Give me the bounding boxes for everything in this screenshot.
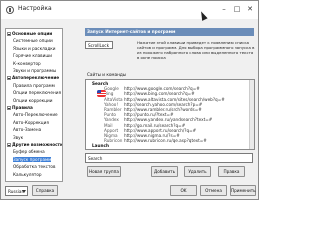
tree-item-label: Запуск программ xyxy=(13,156,52,162)
sites-commands-label: Сайты и команды xyxy=(87,72,127,77)
tree-item[interactable]: Правила программ xyxy=(13,83,55,89)
tree-item-label: Автопереключение xyxy=(12,75,60,81)
collapse-toggle-icon[interactable] xyxy=(7,32,11,36)
tree-item[interactable]: К-конвертор xyxy=(13,61,41,67)
tree-item-label: Авто-Замена xyxy=(13,127,42,133)
tree-item-label: Правила программ xyxy=(13,82,55,88)
tree-item[interactable]: Горячие клавиши xyxy=(13,53,52,59)
settings-tree[interactable]: Основные опции Системные опции Языки и рас… xyxy=(5,28,63,182)
minimize-button[interactable]: – xyxy=(218,4,230,15)
list-item-name: Launch xyxy=(92,143,109,149)
tree-item-label: Опции переключения xyxy=(13,90,61,96)
sites-list[interactable]: Search Google http://www.google.com/search… xyxy=(85,79,255,150)
tree-group[interactable]: Правила xyxy=(7,105,33,111)
tree-item-label: Правила xyxy=(12,105,33,110)
tree-item[interactable]: Звук xyxy=(13,135,23,141)
tree-item-label: Основные опции xyxy=(12,31,53,36)
tree-item-label: Авто-Коррекция xyxy=(13,119,49,125)
chevron-down-icon xyxy=(22,190,26,193)
tree-item[interactable]: Авто-Коррекция xyxy=(13,120,49,126)
tree-item-label: Горячие клавиши xyxy=(13,53,52,59)
edit-button[interactable]: Правка xyxy=(218,166,245,177)
tree-item-label: Опции коррекции xyxy=(13,97,53,103)
collapse-toggle-icon[interactable] xyxy=(7,106,11,110)
title-bar: Настройка – □ ✕ xyxy=(1,1,258,19)
tree-item-label: Авто-Переключение xyxy=(13,112,58,118)
tree-item[interactable]: Буфер обмена xyxy=(13,149,45,155)
settings-window: Настройка – □ ✕ Основные опции Системные … xyxy=(0,0,259,200)
tree-item-label: Другие возможности xyxy=(12,142,63,147)
tree-item-label: Буфер обмена xyxy=(13,149,45,155)
tree-item[interactable]: Языки и раскладки xyxy=(13,46,56,52)
tree-item[interactable]: Опции переключения xyxy=(13,90,61,96)
add-button[interactable]: Добавить xyxy=(151,166,178,177)
tree-group[interactable]: Основные опции xyxy=(7,31,52,37)
tree-group[interactable]: Автопереключение xyxy=(7,75,59,81)
settings-app-icon xyxy=(6,6,14,14)
tree-item[interactable]: Системные опции xyxy=(13,38,53,44)
tree-item-label: Языки и раскладки xyxy=(13,45,56,51)
delete-button[interactable]: Удалить xyxy=(184,166,211,177)
list-group[interactable]: Launch xyxy=(86,143,248,149)
tree-item-label: Системные опции xyxy=(13,38,53,44)
tree-item[interactable]: Авто-Замена xyxy=(13,127,41,133)
tree-item[interactable]: Калькулятор xyxy=(13,172,42,178)
tree-item-label: Звук xyxy=(13,134,24,140)
new-group-button[interactable]: Новая группа xyxy=(87,166,121,177)
panel-description: Нажатие этой клавиши приведет к появлени… xyxy=(137,40,255,60)
close-button[interactable]: ✕ xyxy=(244,4,256,15)
tree-item[interactable]: Опции коррекции xyxy=(13,98,52,104)
cancel-button[interactable]: Отмена xyxy=(200,185,227,196)
tree-item[interactable]: Авто-Переключение xyxy=(13,112,58,118)
ok-button[interactable]: OK xyxy=(170,185,197,196)
tree-item[interactable]: Звуки и программы xyxy=(13,68,56,74)
maximize-button[interactable]: □ xyxy=(231,4,243,15)
tree-item[interactable]: Запуск программ xyxy=(13,156,52,163)
apply-button[interactable]: Применить xyxy=(230,185,256,196)
search-input[interactable]: Search xyxy=(85,153,253,163)
sites-list-scrollbar[interactable] xyxy=(249,80,254,149)
tree-item-label: Обработка текстов xyxy=(13,164,56,170)
hotkey-field[interactable]: ScrollLock xyxy=(85,41,113,49)
window-title: Настройка xyxy=(18,5,52,12)
tree-item-label: Калькулятор xyxy=(13,171,42,177)
tree-item[interactable]: Обработка текстов xyxy=(13,164,55,170)
collapse-toggle-icon[interactable] xyxy=(7,143,11,147)
tree-group[interactable]: Другие возможности xyxy=(7,142,63,148)
help-button[interactable]: Справка xyxy=(32,185,58,196)
language-select[interactable]: Russian xyxy=(5,186,28,196)
tree-item-label: К-конвертор xyxy=(13,60,41,66)
panel-header: Запуск Интернет-сайтов и программ xyxy=(85,28,254,36)
collapse-toggle-icon[interactable] xyxy=(7,76,11,81)
tree-item-label: Звуки и программы xyxy=(13,68,57,73)
